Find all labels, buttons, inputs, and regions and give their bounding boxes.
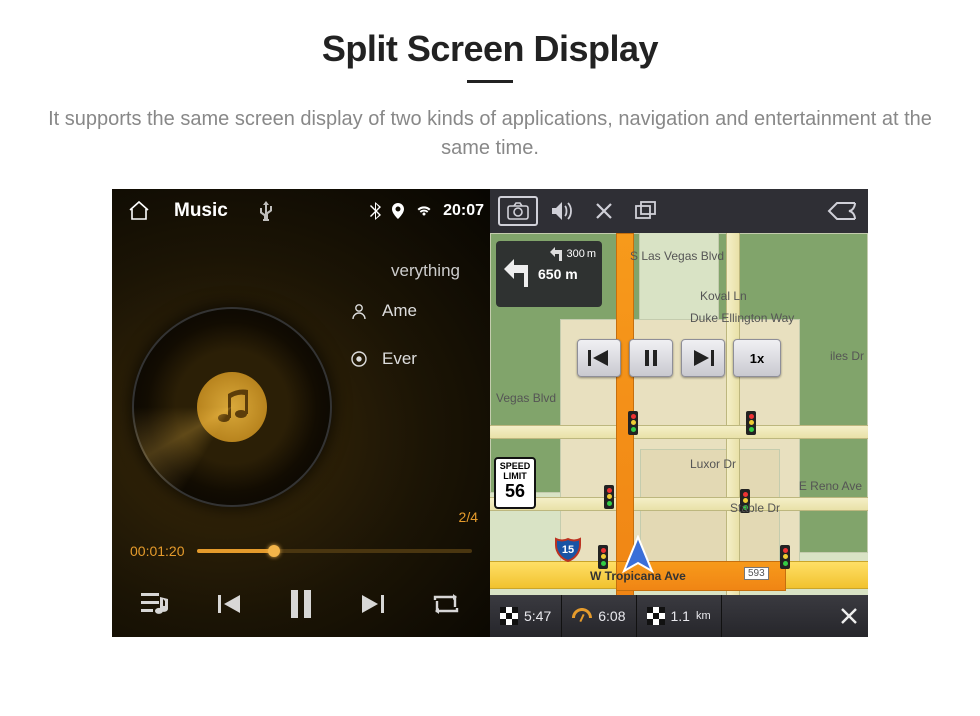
traffic-light-icon: [780, 545, 790, 569]
distance-cell[interactable]: 1.1 km: [637, 595, 722, 637]
turn-unit: m: [565, 266, 577, 282]
page-subtitle: It supports the same screen display of t…: [30, 105, 950, 163]
flag-icon: [647, 607, 665, 625]
wifi-icon: [415, 204, 433, 218]
heading-underline: [467, 80, 513, 83]
artist-name: Ame: [382, 301, 417, 321]
track-metadata: Ame Ever: [350, 301, 490, 369]
record-icon: [350, 350, 368, 368]
route-shield: 593: [744, 567, 769, 580]
screenshot-button[interactable]: [498, 196, 538, 226]
nav-bottom-bar: 5:47 6:08 1.1 km: [490, 595, 868, 637]
gauge-icon: [572, 608, 592, 624]
track-counter: 2/4: [459, 509, 478, 525]
sim-pause-button[interactable]: [629, 339, 673, 377]
page-title: Split Screen Display: [322, 28, 658, 70]
close-button[interactable]: [586, 193, 622, 229]
street-label: Vegas Blvd: [496, 391, 556, 405]
traffic-light-icon: [604, 485, 614, 509]
street-label: Luxor Dr: [690, 457, 736, 471]
turn-next-distance: 300: [566, 248, 584, 260]
location-icon: [391, 203, 405, 219]
traffic-light-icon: [746, 411, 756, 435]
speed-limit-value: 56: [496, 482, 534, 502]
previous-track-button[interactable]: [205, 580, 253, 628]
distance-unit: km: [696, 610, 711, 622]
recent-apps-button[interactable]: [628, 193, 664, 229]
repeat-button[interactable]: [422, 580, 470, 628]
simulation-controls: 1x: [577, 339, 781, 377]
street-label: iles Dr: [830, 349, 864, 363]
traffic-light-icon: [598, 545, 608, 569]
seek-knob[interactable]: [268, 545, 280, 557]
next-track-button[interactable]: [349, 580, 397, 628]
speed-limit-sign: SPEED LIMIT 56: [494, 457, 536, 509]
android-nav-bar: [490, 189, 868, 233]
traffic-light-icon: [628, 411, 638, 435]
transport-controls: [112, 571, 490, 637]
home-icon[interactable]: [126, 198, 152, 224]
distance-value: 1.1: [671, 608, 690, 624]
turn-next-unit: m: [587, 248, 596, 260]
usb-icon[interactable]: [258, 201, 274, 221]
map-road: [490, 425, 868, 439]
interstate-shield-icon: 15: [554, 535, 582, 563]
map-road: [490, 497, 868, 511]
navigation-app-panel: S Las Vegas Blvd Koval Ln Duke Ellington…: [490, 189, 868, 637]
arrival-cell[interactable]: 6:08: [562, 595, 636, 637]
seek-row: 00:01:20: [130, 543, 472, 559]
bluetooth-icon: [369, 202, 381, 220]
svg-text:15: 15: [562, 544, 574, 556]
turn-left-icon: [502, 257, 536, 291]
sim-restart-button[interactable]: [577, 339, 621, 377]
turn-instruction: 650 m 300 m: [496, 241, 602, 307]
speed-label-top: SPEED: [500, 461, 531, 471]
eta-cell[interactable]: 5:47: [490, 595, 562, 637]
album-art-disc[interactable]: [132, 307, 332, 507]
back-button[interactable]: [824, 193, 860, 229]
street-label: S Las Vegas Blvd: [630, 249, 724, 263]
sim-speed-button[interactable]: 1x: [733, 339, 781, 377]
album-name: Ever: [382, 349, 417, 369]
turn-distance: 650: [538, 266, 561, 282]
flag-icon: [500, 607, 518, 625]
close-nav-button[interactable]: [830, 595, 868, 637]
status-bar-right: 20:07: [369, 189, 490, 233]
sim-skip-button[interactable]: [681, 339, 725, 377]
street-label: E Reno Ave: [799, 479, 862, 493]
seek-fill: [197, 549, 274, 553]
arrival-value: 6:08: [598, 608, 625, 624]
navigation-cursor-icon: [618, 535, 654, 571]
street-label: Duke Ellington Way: [690, 311, 794, 325]
music-app-panel: Music 20:07 verything Ame Ever: [112, 189, 490, 637]
volume-button[interactable]: [544, 193, 580, 229]
playlist-button[interactable]: [132, 580, 180, 628]
elapsed-time: 00:01:20: [130, 543, 185, 559]
status-time: 20:07: [443, 202, 484, 220]
street-label: Koval Ln: [700, 289, 747, 303]
eta-value: 5:47: [524, 608, 551, 624]
person-icon: [350, 302, 368, 320]
seek-bar[interactable]: [197, 549, 473, 553]
speed-label-mid: LIMIT: [503, 471, 527, 481]
pause-button[interactable]: [277, 580, 325, 628]
device-screenshot: Music 20:07 verything Ame Ever: [112, 189, 868, 637]
music-app-title: Music: [174, 200, 228, 222]
music-note-icon: [197, 372, 267, 442]
street-label: Stable Dr: [730, 501, 780, 515]
track-title-partial: verything: [391, 261, 460, 281]
